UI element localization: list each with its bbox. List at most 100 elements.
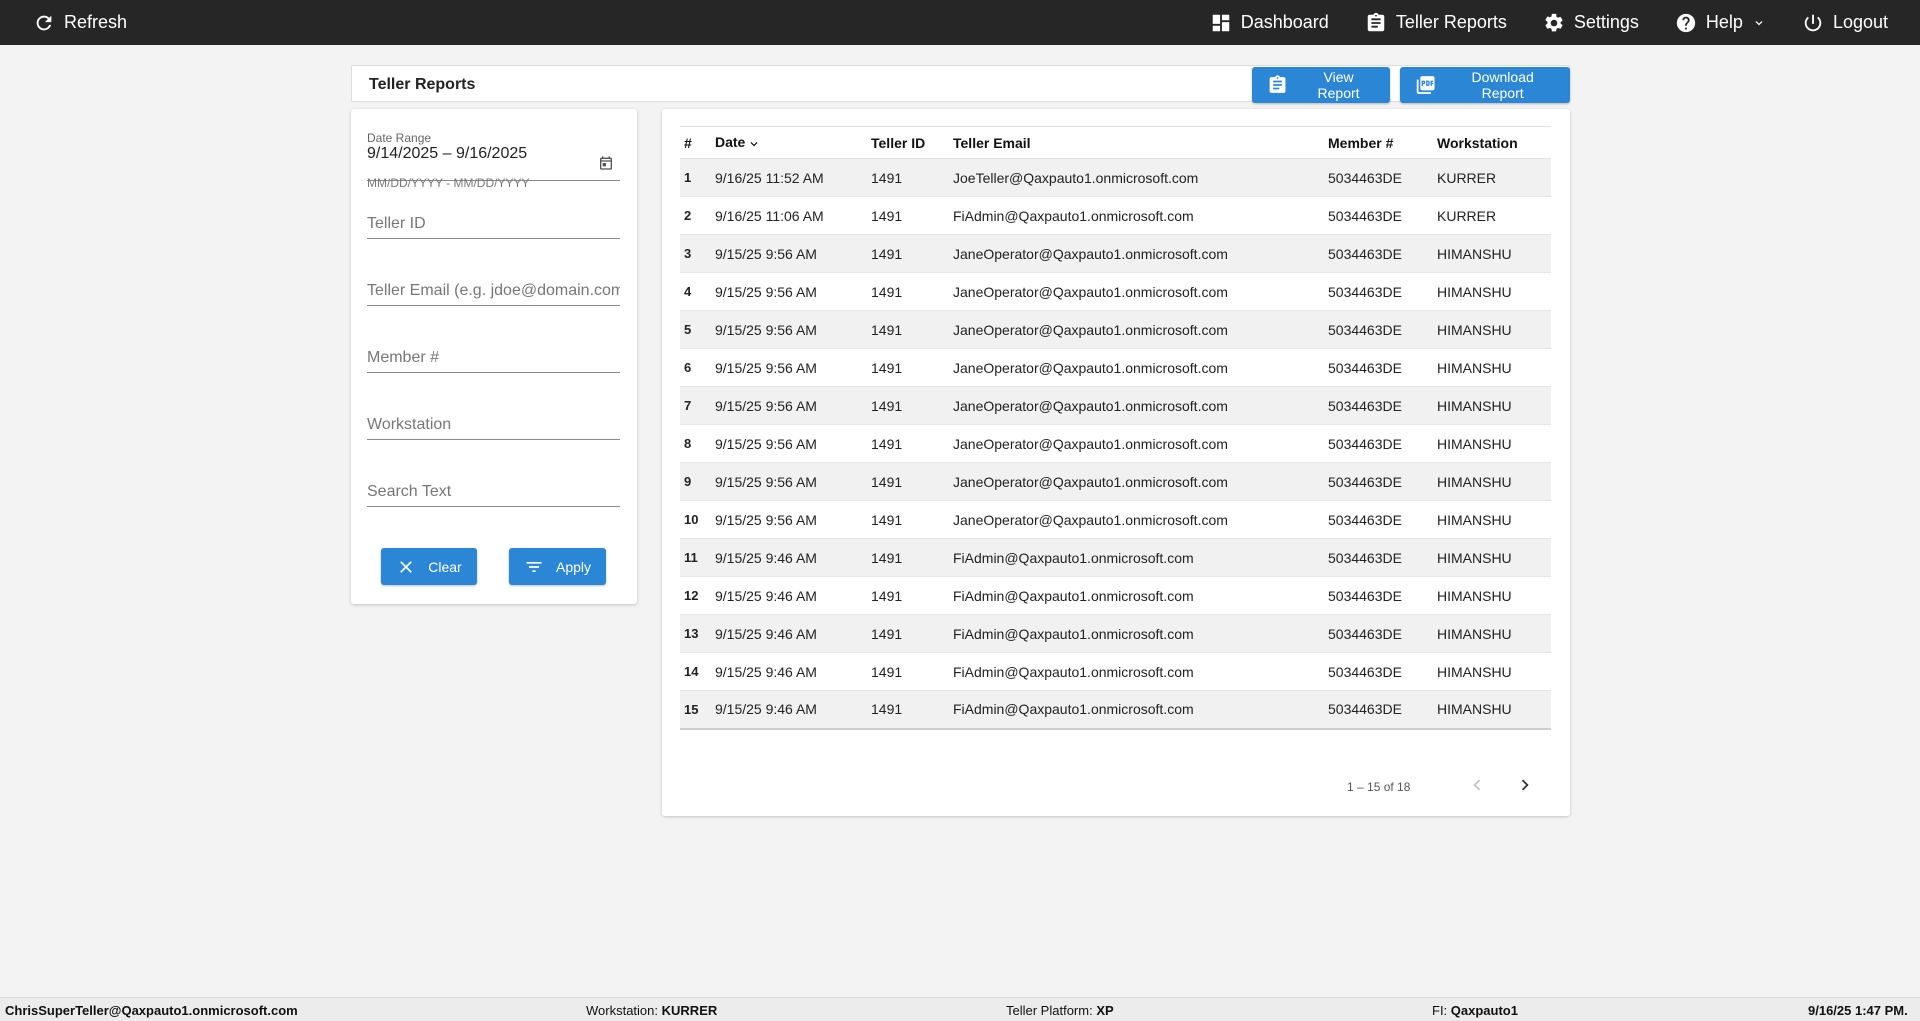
row-index: 1 (680, 158, 711, 197)
row-teller-id: 1491 (867, 310, 949, 349)
table-row[interactable]: 10 9/15/25 9:56 AM 1491 JaneOperator@Qaxpau… (680, 500, 1551, 539)
page-title: Teller Reports (369, 76, 476, 93)
table-row[interactable]: 11 9/15/25 9:46 AM 1491 FiAdmin@Qaxpauto1.o… (680, 538, 1551, 577)
row-teller-email: JaneOperator@Qaxpauto1.onmicrosoft.com (949, 234, 1324, 273)
table-row[interactable]: 5 9/15/25 9:56 AM 1491 JaneOperator@Qaxpaut… (680, 310, 1551, 349)
row-workstation: HIMANSHU (1433, 234, 1551, 273)
nav-settings[interactable]: Settings (1543, 0, 1639, 45)
column-header-teller-email[interactable]: Teller Email (949, 126, 1324, 159)
row-teller-id: 1491 (867, 576, 949, 615)
refresh-icon (36, 15, 52, 30)
row-workstation: HIMANSHU (1433, 348, 1551, 387)
footer-workstation-label: Workstation: (586, 1003, 659, 1018)
nav-teller-reports[interactable]: Teller Reports (1365, 0, 1507, 45)
row-date: 9/15/25 9:46 AM (711, 538, 867, 577)
nav-logout-label: Logout (1832, 12, 1888, 32)
row-index: 15 (680, 690, 711, 730)
column-header-date-label: Date (715, 134, 746, 151)
table-row[interactable]: 4 9/15/25 9:56 AM 1491 JaneOperator@Qaxpaut… (680, 272, 1551, 311)
calendar-icon[interactable] (598, 155, 614, 171)
chevron-right-icon (1521, 779, 1529, 791)
row-teller-email: JoeTeller@Qaxpauto1.onmicrosoft.com (949, 158, 1324, 197)
row-member: 5034463DE (1324, 538, 1433, 577)
clear-button[interactable]: Clear (381, 548, 477, 585)
clipboard-icon (1367, 12, 1385, 31)
row-date: 9/15/25 9:56 AM (711, 500, 867, 539)
row-index: 10 (680, 500, 711, 539)
apply-label: Apply (555, 558, 592, 575)
teller-email-input[interactable]: Teller Email (e.g. jdoe@domain.com) (367, 272, 620, 306)
column-header-date[interactable]: Date (711, 126, 867, 159)
table-row[interactable]: 13 9/15/25 9:46 AM 1491 FiAdmin@Qaxpauto1.o… (680, 614, 1551, 653)
row-member: 5034463DE (1324, 614, 1433, 653)
table-row[interactable]: 2 9/16/25 11:06 AM 1491 FiAdmin@Qaxpauto1.o… (680, 196, 1551, 235)
download-report-button[interactable]: Download Report (1400, 67, 1570, 103)
table-row[interactable]: 12 9/15/25 9:46 AM 1491 FiAdmin@Qaxpauto1.o… (680, 576, 1551, 615)
search-text-input[interactable]: Search Text (367, 473, 620, 507)
help-circle-icon (1676, 13, 1696, 32)
column-header-workstation[interactable]: Workstation (1433, 126, 1551, 159)
table-row[interactable]: 8 9/15/25 9:56 AM 1491 JaneOperator@Qaxpaut… (680, 424, 1551, 463)
nav-help-label: Help (1705, 12, 1743, 32)
row-date: 9/16/25 11:52 AM (711, 158, 867, 197)
column-header-index: # (680, 126, 711, 159)
footer-workstation: Workstation: KURRER (586, 1003, 717, 1018)
search-text-placeholder: Search Text (367, 483, 452, 500)
row-teller-email: JaneOperator@Qaxpauto1.onmicrosoft.com (949, 424, 1324, 463)
row-member: 5034463DE (1324, 348, 1433, 387)
row-member: 5034463DE (1324, 424, 1433, 463)
row-date: 9/15/25 9:56 AM (711, 424, 867, 463)
row-teller-id: 1491 (867, 158, 949, 197)
row-workstation: HIMANSHU (1433, 386, 1551, 425)
row-date: 9/15/25 9:56 AM (711, 462, 867, 501)
row-index: 3 (680, 234, 711, 273)
footer-fi-label: FI: (1432, 1003, 1448, 1018)
row-teller-id: 1491 (867, 614, 949, 653)
row-teller-id: 1491 (867, 196, 949, 235)
clipboard-icon (1269, 75, 1286, 93)
row-index: 14 (680, 652, 711, 691)
nav-help[interactable]: Help (1675, 0, 1766, 45)
date-format-hint: MM/DD/YYYY - MM/DD/YYYY (367, 176, 530, 190)
previous-page-button[interactable] (1462, 770, 1492, 800)
row-workstation: HIMANSHU (1433, 614, 1551, 653)
power-icon (1804, 14, 1822, 31)
column-header-member[interactable]: Member # (1324, 126, 1433, 159)
top-bar: Refresh Dashboard Teller Reports Setting… (0, 0, 1920, 45)
row-index: 9 (680, 462, 711, 501)
row-teller-id: 1491 (867, 500, 949, 539)
row-teller-id: 1491 (867, 690, 949, 730)
row-member: 5034463DE (1324, 652, 1433, 691)
row-teller-id: 1491 (867, 462, 949, 501)
table-row[interactable]: 3 9/15/25 9:56 AM 1491 JaneOperator@Qaxpaut… (680, 234, 1551, 273)
row-member: 5034463DE (1324, 196, 1433, 235)
download-report-label: Download Report (1471, 69, 1534, 101)
row-index: 5 (680, 310, 711, 349)
table-row[interactable]: 9 9/15/25 9:56 AM 1491 JaneOperator@Qaxpaut… (680, 462, 1551, 501)
row-member: 5034463DE (1324, 158, 1433, 197)
table-row[interactable]: 6 9/15/25 9:56 AM 1491 JaneOperator@Qaxpaut… (680, 348, 1551, 387)
row-member: 5034463DE (1324, 690, 1433, 730)
member-input[interactable]: Member # (367, 339, 620, 373)
view-report-button[interactable]: View Report (1252, 67, 1390, 103)
row-date: 9/15/25 9:46 AM (711, 576, 867, 615)
table-row[interactable]: 1 9/16/25 11:52 AM 1491 JoeTeller@Qaxpauto1… (680, 158, 1551, 197)
row-date: 9/15/25 9:56 AM (711, 310, 867, 349)
row-workstation: KURRER (1433, 196, 1551, 235)
column-header-teller-id[interactable]: Teller ID (867, 126, 949, 159)
row-workstation: HIMANSHU (1433, 576, 1551, 615)
footer-platform: Teller Platform: XP (1006, 1003, 1114, 1018)
next-page-button[interactable] (1510, 770, 1540, 800)
row-teller-id: 1491 (867, 538, 949, 577)
apply-button[interactable]: Apply (509, 548, 606, 585)
row-index: 11 (680, 538, 711, 577)
table-row[interactable]: 15 9/15/25 9:46 AM 1491 FiAdmin@Qaxpauto1.o… (680, 690, 1551, 730)
nav-dashboard[interactable]: Dashboard (1210, 0, 1329, 45)
refresh-button[interactable]: Refresh (33, 0, 127, 45)
workstation-input[interactable]: Workstation (367, 406, 620, 440)
row-date: 9/15/25 9:46 AM (711, 690, 867, 730)
table-row[interactable]: 14 9/15/25 9:46 AM 1491 FiAdmin@Qaxpauto1.o… (680, 652, 1551, 691)
teller-id-input[interactable]: Teller ID (367, 205, 620, 239)
nav-logout[interactable]: Logout (1802, 0, 1888, 45)
table-row[interactable]: 7 9/15/25 9:56 AM 1491 JaneOperator@Qaxpaut… (680, 386, 1551, 425)
